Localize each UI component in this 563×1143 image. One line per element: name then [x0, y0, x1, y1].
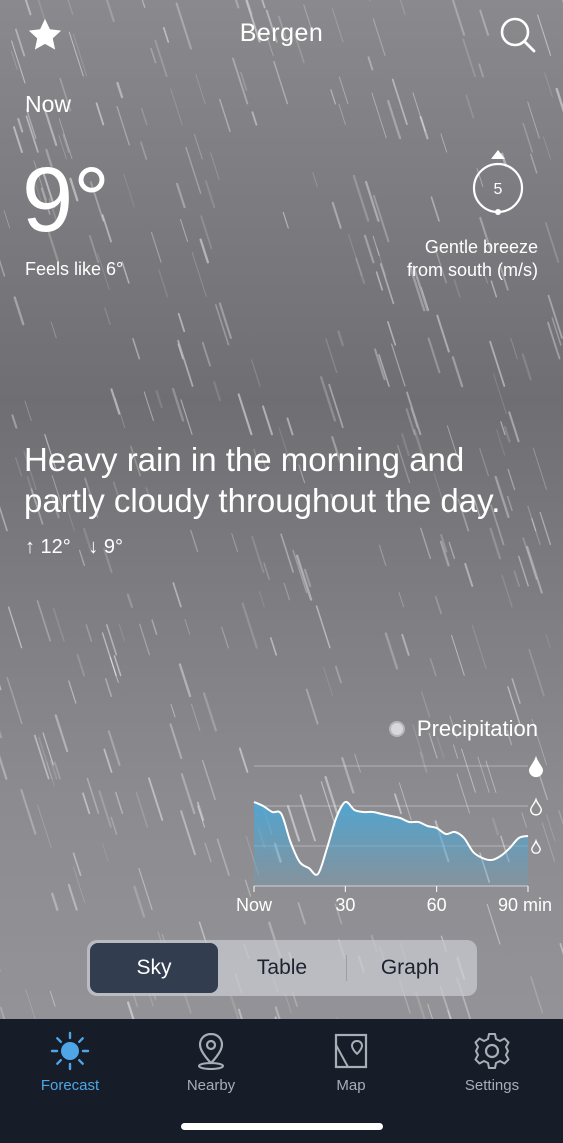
- wind-description-line1: Gentle breeze: [424, 237, 538, 257]
- segment-graph[interactable]: Graph: [346, 943, 474, 993]
- tab-settings[interactable]: Settings: [447, 1031, 537, 1094]
- location-pin-icon: [198, 1032, 224, 1070]
- tab-map-label: Map: [336, 1077, 366, 1094]
- tab-nearby-label: Nearby: [186, 1077, 236, 1094]
- droplet-icon-droplet-light: [528, 755, 544, 778]
- droplet-icon-droplet-heavy: [531, 838, 541, 854]
- segment-table[interactable]: Table: [218, 943, 346, 993]
- chart-x-tick-label: 90 min: [498, 895, 552, 915]
- wind-description: Gentle breeze from south (m/s): [407, 236, 538, 282]
- sun-icon: [50, 1031, 90, 1071]
- tab-forecast-label: Forecast: [40, 1077, 100, 1094]
- search-icon: [500, 17, 536, 53]
- segment-sky[interactable]: Sky: [90, 943, 218, 993]
- tab-forecast[interactable]: Forecast: [25, 1031, 115, 1094]
- low-temperature: ↓ 9°: [88, 536, 124, 558]
- chart-x-tick-label: 60: [427, 895, 447, 915]
- view-switcher: Sky Table Graph: [87, 940, 477, 996]
- feels-like-text: Feels like 6°: [25, 259, 124, 279]
- tab-bar: Forecast Nearby Map Settings: [0, 1019, 563, 1143]
- top-bar: Bergen: [0, 0, 563, 70]
- search-button[interactable]: [497, 14, 537, 54]
- precipitation-area: [254, 801, 528, 886]
- city-title: Bergen: [239, 19, 324, 47]
- home-indicator: [181, 1123, 383, 1130]
- wind-direction-icon: 5: [470, 146, 526, 220]
- droplet-icon-droplet-medium: [530, 797, 542, 816]
- wind-speed-value: 5: [494, 181, 503, 198]
- current-temperature: 9°: [22, 149, 110, 251]
- gear-icon: [474, 1033, 510, 1069]
- min-max-temperature: ↑ 12° ↓ 9°: [25, 536, 135, 559]
- map-icon: [334, 1033, 368, 1069]
- tab-map[interactable]: Map: [306, 1031, 396, 1094]
- tab-nearby[interactable]: Nearby: [166, 1031, 256, 1094]
- chart-x-tick-label: 30: [335, 895, 355, 915]
- legend-label: Precipitation: [416, 716, 538, 741]
- precipitation-legend: Precipitation: [388, 716, 538, 742]
- tab-settings-label: Settings: [464, 1077, 520, 1094]
- high-temperature: ↑ 12°: [25, 536, 71, 558]
- forecast-summary: Heavy rain in the morning and partly clo…: [24, 441, 501, 519]
- now-label: Now: [25, 91, 72, 117]
- precipitation-chart: Now 30 60 90 min: [236, 755, 552, 915]
- legend-dot-icon: [388, 721, 405, 737]
- wind-description-line2: from south (m/s): [406, 260, 538, 280]
- chart-x-tick-label: Now: [236, 895, 273, 915]
